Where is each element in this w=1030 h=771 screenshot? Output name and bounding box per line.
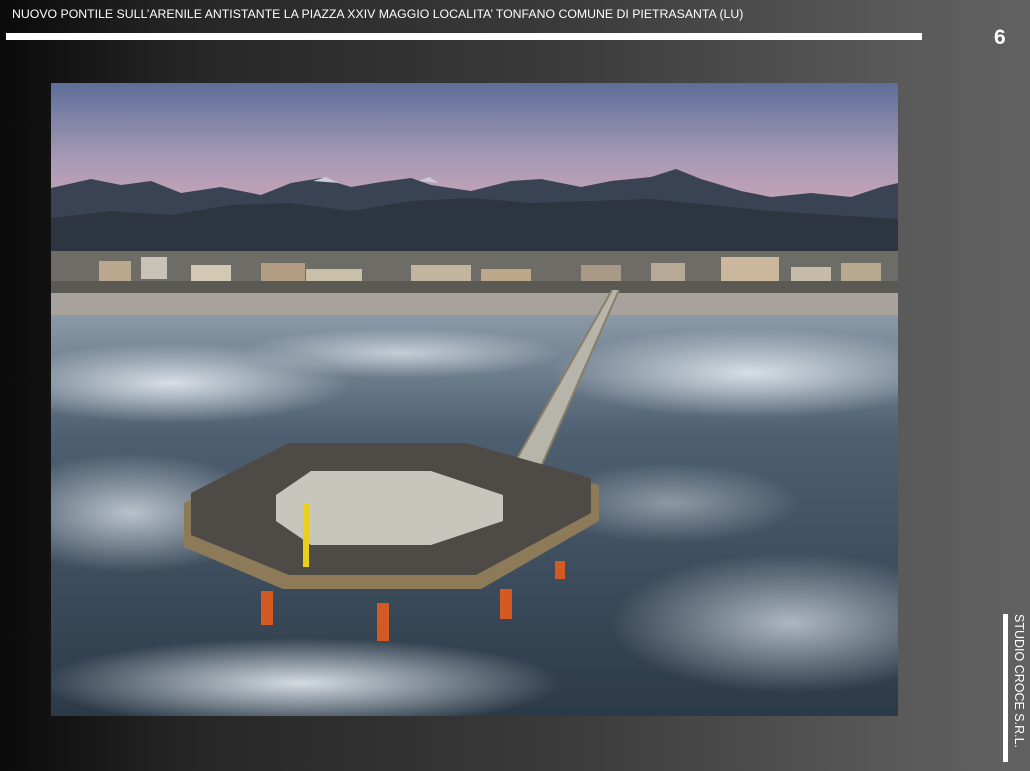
title-rule bbox=[6, 33, 922, 40]
company-rule bbox=[1003, 614, 1008, 762]
slide-title: NUOVO PONTILE SULL’ARENILE ANTISTANTE LA… bbox=[12, 7, 744, 21]
company-label: STUDIO CROCE S.R.L. bbox=[1012, 614, 1026, 749]
page-number: 6 bbox=[994, 26, 1006, 49]
aerial-pier-photo bbox=[51, 83, 898, 716]
